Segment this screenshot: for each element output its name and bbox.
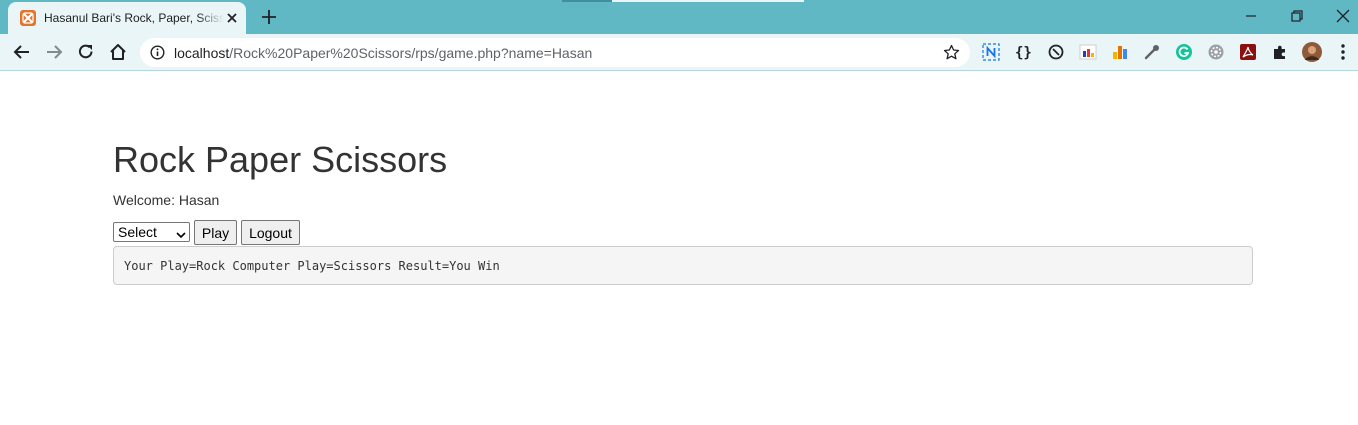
pdf-icon[interactable]	[1239, 43, 1257, 61]
sync-icon[interactable]	[1047, 43, 1065, 61]
tab-title: Hasanul Bari's Rock, Paper, Scissors	[44, 11, 224, 25]
logout-button[interactable]: Logout	[241, 220, 300, 245]
profile-avatar[interactable]	[1302, 42, 1322, 62]
puzzle-extensions-icon[interactable]	[1271, 43, 1289, 61]
welcome-text: Welcome: Hasan	[113, 192, 220, 208]
eyedropper-icon[interactable]	[1143, 43, 1161, 61]
url-host: localhost	[174, 45, 230, 61]
address-bar[interactable]: localhost/Rock%20Paper%20Scissors/rps/ga…	[140, 38, 970, 67]
reload-icon[interactable]	[76, 42, 96, 62]
svg-text:{}: {}	[1015, 45, 1032, 61]
site-info-icon[interactable]	[150, 45, 165, 60]
flag-chart-icon[interactable]	[1079, 43, 1097, 61]
browser-toolbar: localhost/Rock%20Paper%20Scissors/rps/ga…	[0, 34, 1358, 71]
tab-close-icon[interactable]	[224, 10, 240, 26]
tabstrip-accent-light	[612, 0, 804, 2]
gear-badge-icon[interactable]	[1207, 43, 1225, 61]
url-path: /Rock%20Paper%20Scissors/rps/game.php?na…	[229, 45, 593, 61]
window-minimize-icon[interactable]	[1241, 6, 1261, 26]
browser-tab-strip: Hasanul Bari's Rock, Paper, Scissors	[0, 0, 1358, 34]
grammarly-icon[interactable]	[1175, 43, 1193, 61]
xampp-icon	[20, 10, 36, 26]
back-arrow-icon[interactable]	[12, 42, 32, 62]
select-value: Select	[118, 224, 157, 240]
json-braces-icon[interactable]: {}	[1015, 43, 1033, 61]
page-title: Rock Paper Scissors	[113, 139, 448, 180]
play-button[interactable]: Play	[194, 220, 237, 245]
forward-arrow-icon[interactable]	[44, 42, 64, 62]
home-icon[interactable]	[108, 42, 128, 62]
result-text: Your Play=Rock Computer Play=Scissors Re…	[124, 259, 500, 273]
new-tab-plus-icon[interactable]	[260, 8, 278, 26]
chevron-down-icon	[176, 227, 186, 239]
bar-chart-icon[interactable]	[1111, 43, 1129, 61]
kebab-menu-icon[interactable]	[1335, 43, 1351, 61]
window-restore-icon[interactable]	[1287, 6, 1307, 26]
tabstrip-accent	[562, 0, 612, 2]
browser-tab-active[interactable]: Hasanul Bari's Rock, Paper, Scissors	[8, 2, 246, 34]
bookmark-star-icon[interactable]	[943, 44, 960, 61]
grammarly-n-icon[interactable]	[982, 43, 1000, 61]
url-text[interactable]: localhost/Rock%20Paper%20Scissors/rps/ga…	[174, 45, 592, 61]
window-close-icon[interactable]	[1333, 6, 1353, 26]
play-select-dropdown[interactable]: Select	[113, 222, 190, 242]
result-box: Your Play=Rock Computer Play=Scissors Re…	[113, 246, 1253, 285]
